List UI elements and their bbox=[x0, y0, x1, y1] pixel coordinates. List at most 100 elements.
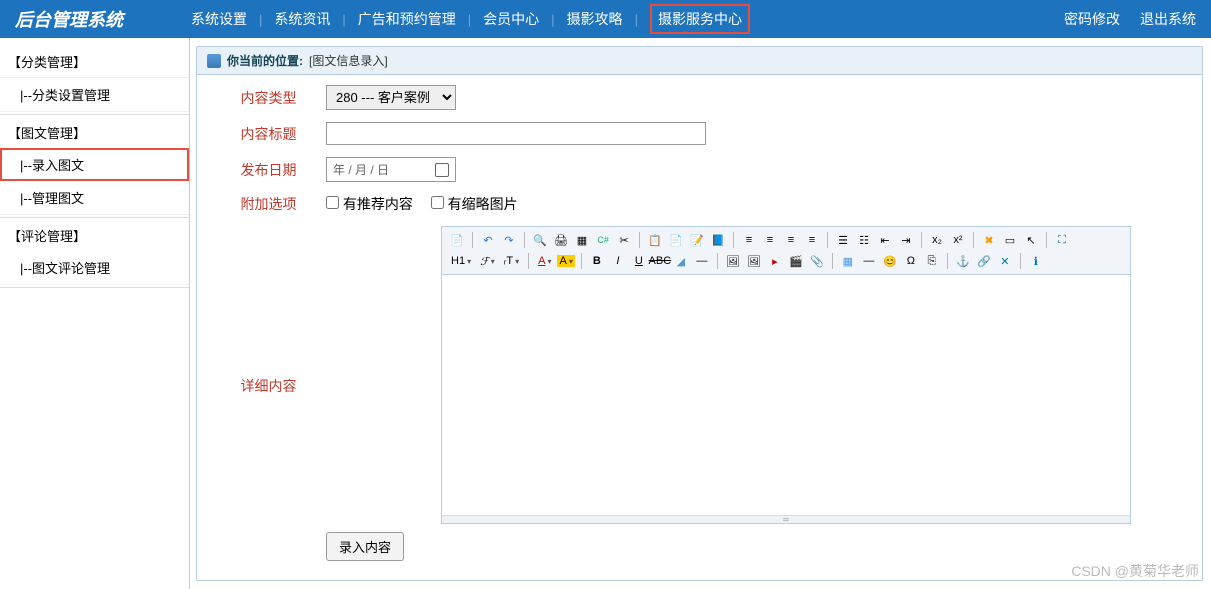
top-nav-bar: 后台管理系统 系统设置 | 系统资讯 | 广告和预约管理 | 会员中心 | 摄影… bbox=[0, 0, 1211, 38]
text-color-dropdown[interactable]: A bbox=[535, 255, 554, 267]
italic-icon[interactable]: I bbox=[609, 252, 627, 270]
sidebar-group-category: 【分类管理】 bbox=[0, 46, 189, 78]
flash-icon[interactable]: ▸ bbox=[766, 252, 784, 270]
paste-text-icon[interactable]: 📝 bbox=[688, 231, 706, 249]
indent-icon[interactable]: ⇤ bbox=[876, 231, 894, 249]
multi-image-icon[interactable]: 🖼 bbox=[745, 252, 763, 270]
label-detail-content: 详细内容 bbox=[211, 226, 326, 396]
article-form: 内容类型 280 --- 客户案例 内容标题 发布日期 bbox=[197, 75, 1202, 571]
font-family-dropdown[interactable]: ℱ bbox=[477, 255, 498, 268]
remove-format-icon[interactable]: ◢ bbox=[672, 252, 690, 270]
table-icon[interactable]: ▦ bbox=[839, 252, 857, 270]
bg-color-dropdown[interactable]: A bbox=[557, 255, 574, 267]
editor-content-area[interactable] bbox=[442, 275, 1130, 515]
publish-date-input[interactable]: 年 / 月 / 日 bbox=[326, 157, 456, 182]
preview-icon[interactable]: 🔍 bbox=[531, 231, 549, 249]
file-icon[interactable]: 📎 bbox=[808, 252, 826, 270]
top-right-actions: 密码修改 退出系统 bbox=[1064, 9, 1196, 29]
undo-icon[interactable]: ↶ bbox=[479, 231, 497, 249]
align-justify-icon[interactable]: ≡ bbox=[803, 231, 821, 249]
recommend-label: 有推荐内容 bbox=[343, 196, 413, 212]
nav-photo-tips[interactable]: 摄影攻略 bbox=[567, 9, 623, 29]
sidebar-item-category-settings[interactable]: |--分类设置管理 bbox=[0, 78, 189, 112]
select-all-icon[interactable]: ▭ bbox=[1001, 231, 1019, 249]
superscript-icon[interactable]: x² bbox=[949, 231, 967, 249]
align-center-icon[interactable]: ≡ bbox=[761, 231, 779, 249]
opt-recommend-wrap[interactable]: 有推荐内容 bbox=[326, 196, 417, 212]
clear-format-icon[interactable]: ✖ bbox=[980, 231, 998, 249]
cursor-icon[interactable]: ↖ bbox=[1022, 231, 1040, 249]
content-title-input[interactable] bbox=[326, 122, 706, 145]
outdent-icon[interactable]: ⇥ bbox=[897, 231, 915, 249]
hr-icon[interactable]: — bbox=[860, 252, 878, 270]
font-size-dropdown[interactable]: ᵣT bbox=[501, 255, 522, 267]
source-icon[interactable]: 📄 bbox=[448, 231, 466, 249]
template-icon[interactable]: ▦ bbox=[573, 231, 591, 249]
editor-resize-handle[interactable]: ═ bbox=[442, 515, 1130, 523]
unordered-list-icon[interactable]: ☷ bbox=[855, 231, 873, 249]
recommend-checkbox[interactable] bbox=[326, 196, 339, 209]
image-icon[interactable]: 🖼 bbox=[724, 252, 742, 270]
redo-icon[interactable]: ↷ bbox=[500, 231, 518, 249]
heading-dropdown[interactable]: H1 bbox=[448, 255, 474, 267]
site-logo: 后台管理系统 bbox=[15, 6, 123, 32]
align-right-icon[interactable]: ≡ bbox=[782, 231, 800, 249]
ordered-list-icon[interactable]: ☰ bbox=[834, 231, 852, 249]
main-panel: 你当前的位置: [图文信息录入] 内容类型 280 --- 客户案例 内容标题 bbox=[196, 46, 1203, 581]
logout-link[interactable]: 退出系统 bbox=[1140, 9, 1196, 29]
emoji-icon[interactable]: 😊 bbox=[881, 252, 899, 270]
opt-thumb-wrap[interactable]: 有缩略图片 bbox=[431, 196, 518, 212]
date-placeholder: 年 / 月 / 日 bbox=[333, 161, 389, 178]
about-icon[interactable]: ℹ bbox=[1027, 252, 1045, 270]
sidebar: 【分类管理】 |--分类设置管理 【图文管理】 |--录入图文 |--管理图文 … bbox=[0, 38, 190, 589]
label-extra-options: 附加选项 bbox=[211, 194, 326, 214]
sidebar-item-manage-article[interactable]: |--管理图文 bbox=[0, 181, 189, 215]
label-publish-date: 发布日期 bbox=[211, 160, 326, 180]
code-icon[interactable]: C# bbox=[594, 231, 612, 249]
breadcrumb-icon bbox=[207, 54, 221, 68]
underline-icon[interactable]: U bbox=[630, 252, 648, 270]
thumbnail-label: 有缩略图片 bbox=[448, 196, 518, 212]
nav-separator: | bbox=[551, 12, 554, 27]
special-char-icon[interactable]: Ω bbox=[902, 252, 920, 270]
pagebreak-icon[interactable]: ⎘ bbox=[923, 252, 941, 270]
nav-photo-service[interactable]: 摄影服务中心 bbox=[650, 4, 750, 34]
strike-icon[interactable]: ABC bbox=[651, 252, 669, 270]
media-icon[interactable]: 🎬 bbox=[787, 252, 805, 270]
sidebar-group-article: 【图文管理】 bbox=[0, 117, 189, 148]
top-nav: 系统设置 | 系统资讯 | 广告和预约管理 | 会员中心 | 摄影攻略 | 摄影… bbox=[183, 4, 1064, 34]
label-content-title: 内容标题 bbox=[211, 124, 326, 144]
breadcrumb-prefix: 你当前的位置: bbox=[227, 52, 303, 69]
sidebar-group-comment: 【评论管理】 bbox=[0, 220, 189, 251]
unlink-icon[interactable]: ✕ bbox=[996, 252, 1014, 270]
sidebar-item-input-article[interactable]: |--录入图文 bbox=[0, 148, 189, 181]
subscript-icon[interactable]: x₂ bbox=[928, 231, 946, 249]
label-content-type: 内容类型 bbox=[211, 88, 326, 108]
nav-ads-booking[interactable]: 广告和预约管理 bbox=[358, 9, 456, 29]
thumbnail-checkbox[interactable] bbox=[431, 196, 444, 209]
rich-text-editor: 📄 ↶ ↷ 🔍 🖨 ▦ C# ✂ bbox=[441, 226, 1131, 524]
nav-separator: | bbox=[342, 12, 345, 27]
copy-icon[interactable]: 📋 bbox=[646, 231, 664, 249]
calendar-icon bbox=[435, 163, 449, 177]
fullscreen-icon[interactable]: ⛶ bbox=[1053, 231, 1071, 249]
nav-system-settings[interactable]: 系统设置 bbox=[191, 9, 247, 29]
content-type-select[interactable]: 280 --- 客户案例 bbox=[326, 85, 456, 110]
quote-icon[interactable]: — bbox=[693, 252, 711, 270]
nav-member-center[interactable]: 会员中心 bbox=[483, 9, 539, 29]
anchor-icon[interactable]: ⚓ bbox=[954, 252, 972, 270]
breadcrumb-location: [图文信息录入] bbox=[309, 52, 388, 69]
paste-icon[interactable]: 📄 bbox=[667, 231, 685, 249]
bold-icon[interactable]: B bbox=[588, 252, 606, 270]
print-icon[interactable]: 🖨 bbox=[552, 231, 570, 249]
editor-toolbar: 📄 ↶ ↷ 🔍 🖨 ▦ C# ✂ bbox=[442, 227, 1130, 275]
breadcrumb: 你当前的位置: [图文信息录入] bbox=[197, 47, 1202, 75]
sidebar-item-comment-manage[interactable]: |--图文评论管理 bbox=[0, 251, 189, 285]
submit-button[interactable]: 录入内容 bbox=[326, 532, 404, 561]
nav-system-news[interactable]: 系统资讯 bbox=[274, 9, 330, 29]
cut-icon[interactable]: ✂ bbox=[615, 231, 633, 249]
paste-word-icon[interactable]: 📘 bbox=[709, 231, 727, 249]
change-password-link[interactable]: 密码修改 bbox=[1064, 9, 1120, 29]
align-left-icon[interactable]: ≡ bbox=[740, 231, 758, 249]
link-icon[interactable]: 🔗 bbox=[975, 252, 993, 270]
